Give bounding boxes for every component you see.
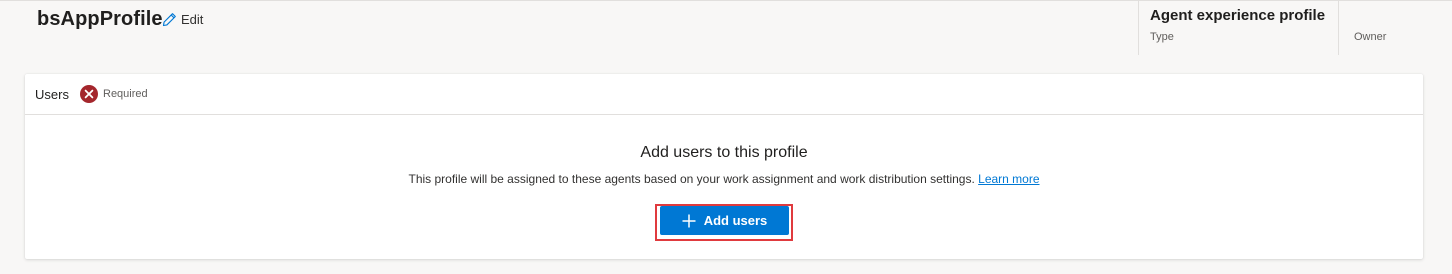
users-card: Users Required Add users to this profile… — [25, 74, 1423, 259]
meta-divider — [1138, 0, 1139, 55]
users-card-header: Users Required — [25, 74, 1423, 115]
profile-header: bsAppProfile Edit Agent experience profi… — [0, 0, 1452, 70]
required-label: Required — [103, 88, 148, 100]
profile-type-label: Type — [1150, 31, 1174, 43]
page-title: bsAppProfile — [37, 8, 163, 30]
add-users-label: Add users — [703, 213, 768, 228]
users-section-title: Users — [35, 87, 69, 102]
error-circle-icon — [80, 85, 98, 103]
empty-state-text: This profile will be assigned to these a… — [408, 172, 975, 186]
empty-state-title: Add users to this profile — [640, 144, 808, 161]
empty-state-description: This profile will be assigned to these a… — [25, 172, 1423, 186]
meta-divider — [1338, 0, 1339, 55]
profile-owner-label: Owner — [1354, 31, 1387, 43]
pencil-icon — [162, 12, 177, 27]
plus-icon — [682, 214, 696, 228]
edit-label: Edit — [181, 11, 204, 27]
learn-more-link[interactable]: Learn more — [978, 172, 1039, 186]
profile-type-value: Agent experience profile — [1150, 7, 1326, 24]
edit-button[interactable]: Edit — [162, 9, 203, 29]
add-users-button[interactable]: Add users — [660, 206, 789, 235]
